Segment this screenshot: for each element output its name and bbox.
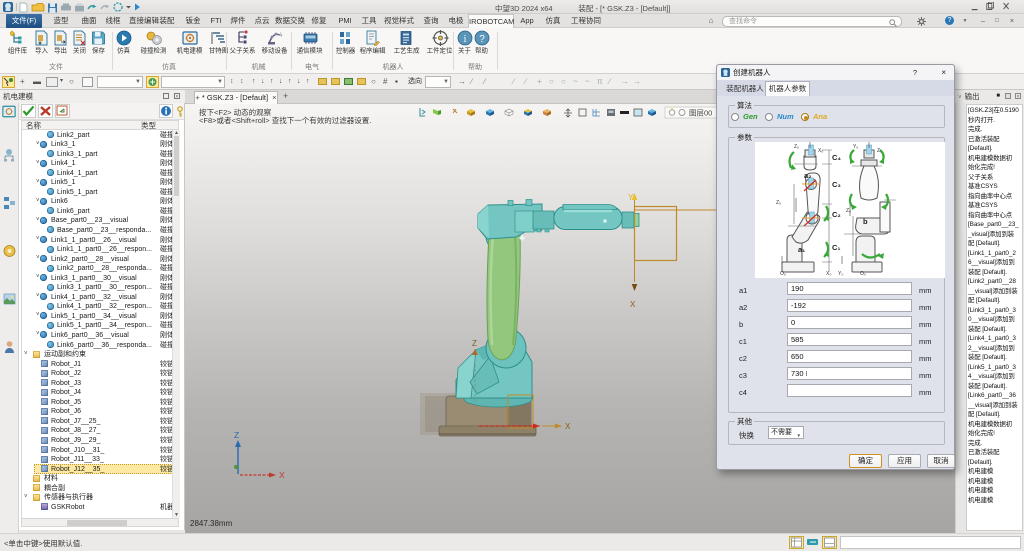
svg-text:a₂: a₂	[804, 171, 812, 180]
svg-text:O₀: O₀	[860, 271, 866, 277]
svg-text:X: X	[630, 300, 636, 309]
svg-text:C₄: C₄	[832, 153, 841, 162]
svg-text:Z: Z	[234, 430, 239, 440]
svg-text:i: i	[464, 34, 467, 45]
svg-text:?: ?	[479, 34, 485, 45]
svg-text:Y: Y	[628, 193, 634, 202]
svg-text:X₀: X₀	[826, 271, 831, 277]
svg-text:Y₀: Y₀	[838, 271, 843, 277]
svg-text:Oₒ: Oₒ	[780, 271, 786, 277]
svg-text:Zₒ: Zₒ	[794, 144, 799, 150]
svg-text:Xₒ: Xₒ	[818, 148, 823, 154]
svg-text:C₂: C₂	[832, 210, 841, 219]
svg-text:C₃: C₃	[832, 180, 841, 189]
svg-text:b: b	[863, 217, 868, 226]
svg-text:C₁: C₁	[832, 243, 841, 252]
svg-text:X: X	[279, 470, 285, 480]
svg-text:X: X	[565, 422, 571, 431]
svg-text:a₁: a₁	[798, 245, 805, 254]
svg-text:Yₒ: Yₒ	[853, 144, 858, 150]
svg-text:Zₒ: Zₒ	[776, 200, 781, 206]
svg-text:Z: Z	[472, 339, 477, 348]
